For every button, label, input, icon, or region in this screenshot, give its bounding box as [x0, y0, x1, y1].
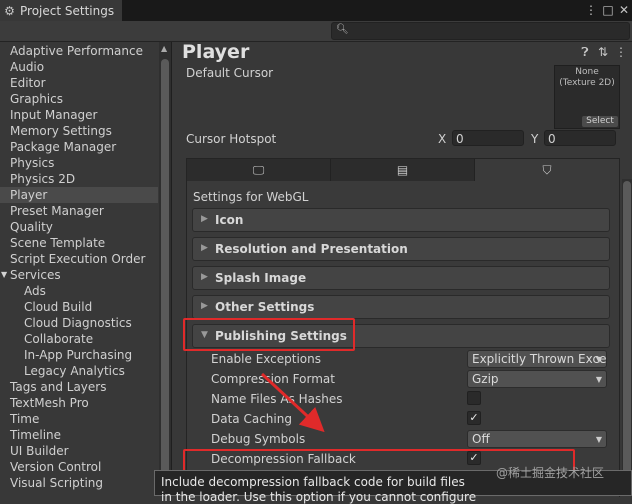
tooltip-line-1: Include decompression fallback code for … [161, 475, 465, 489]
annotation-arrow-line [260, 372, 325, 433]
annotation-arrow [260, 372, 325, 433]
tooltip-line-2: in the loader. Use this option if you ca… [161, 490, 477, 504]
watermark: @稀土掘金技术社区 [496, 466, 605, 480]
